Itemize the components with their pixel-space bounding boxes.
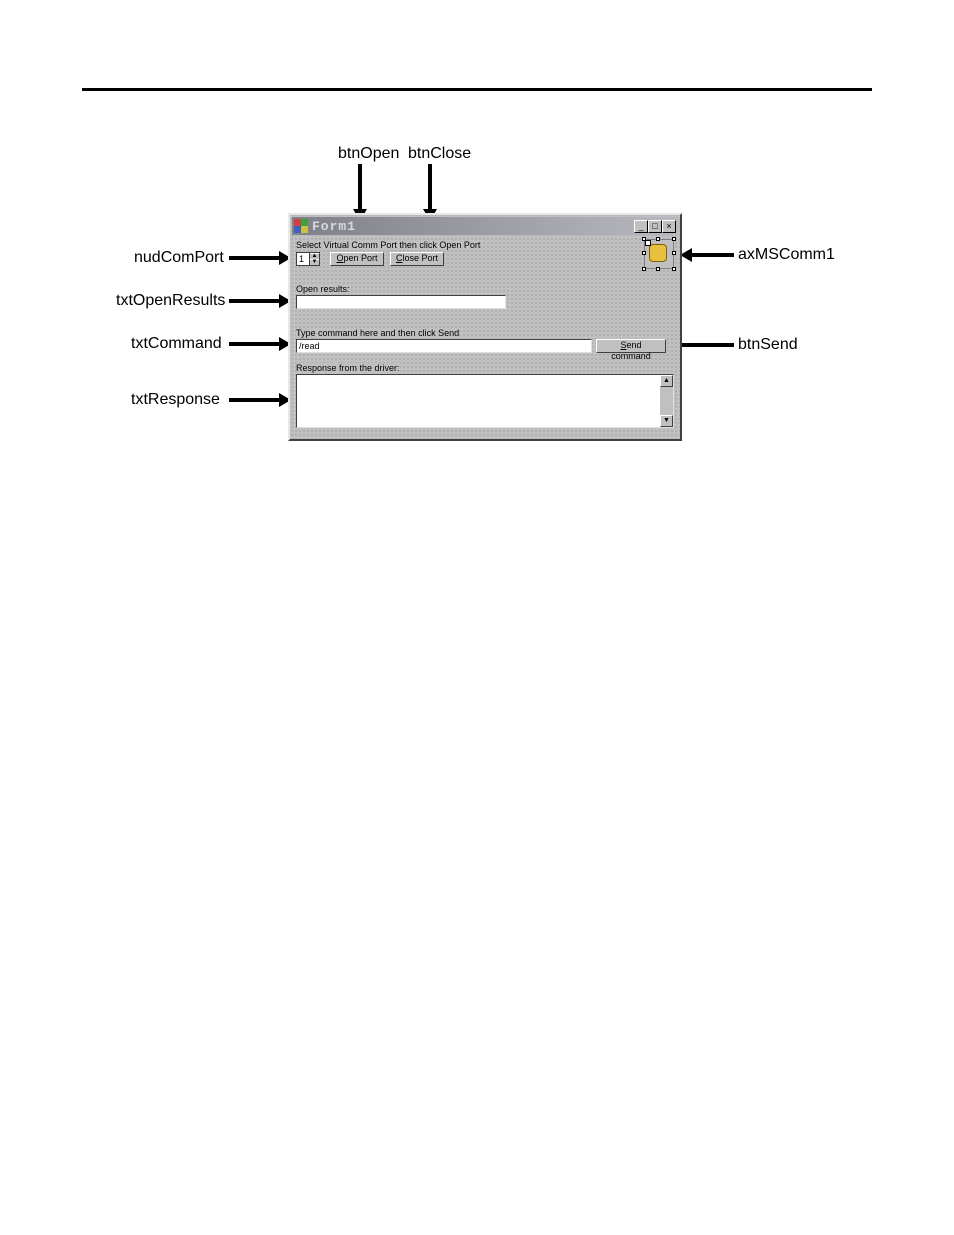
txt-response[interactable]: ▲ ▼: [296, 374, 674, 428]
titlebar[interactable]: Form1 _ □ ×: [292, 217, 678, 235]
send-command-button[interactable]: Send command: [596, 339, 666, 353]
minimize-button[interactable]: _: [634, 220, 648, 233]
app-icon: [294, 219, 308, 233]
nud-comport-spinner[interactable]: ▲▼: [310, 252, 320, 266]
nud-comport-value[interactable]: 1: [296, 252, 310, 266]
close-port-label: lose Port: [402, 253, 438, 263]
callout-txtcommand: txtCommand: [131, 335, 222, 353]
callout-btnclose: btnClose: [408, 145, 471, 163]
maximize-button[interactable]: □: [648, 220, 662, 233]
callout-txtopenresults: txtOpenResults: [116, 292, 225, 310]
open-port-label: pen Port: [343, 253, 377, 263]
nud-comport[interactable]: 1 ▲▼: [296, 252, 320, 266]
callout-btnopen: btnOpen: [338, 145, 399, 163]
label-select-port: Select Virtual Comm Port then click Open…: [296, 240, 480, 250]
scroll-up-button[interactable]: ▲: [660, 375, 673, 387]
callout-btnsend: btnSend: [738, 336, 798, 354]
phone-icon: [649, 244, 667, 262]
arrow-txtopenresults: [229, 299, 283, 303]
txt-command[interactable]: /read: [296, 339, 592, 353]
arrow-nudcomport: [229, 256, 283, 260]
label-response: Response from the driver:: [296, 363, 400, 373]
scroll-down-button[interactable]: ▼: [660, 415, 673, 427]
arrow-axmscomm1: [688, 253, 734, 257]
callout-nudcomport: nudComPort: [134, 249, 224, 267]
open-port-button[interactable]: Open Port: [330, 252, 384, 266]
close-button[interactable]: ×: [662, 220, 676, 233]
txt-open-results[interactable]: [296, 295, 506, 309]
arrow-btnopen: [358, 164, 362, 213]
label-open-results: Open results:: [296, 284, 350, 294]
close-port-button[interactable]: Close Port: [390, 252, 444, 266]
arrow-btnclose: [428, 164, 432, 213]
form-window: Form1 _ □ × Select Virtual Comm Port the…: [288, 213, 682, 441]
label-type-command: Type command here and then click Send: [296, 328, 459, 338]
callout-axmscomm1: axMSComm1: [738, 246, 835, 264]
arrow-txtcommand: [229, 342, 283, 346]
arrow-txtresponse: [229, 398, 283, 402]
callout-txtresponse: txtResponse: [131, 391, 220, 409]
axmscomm1-control[interactable]: [644, 239, 674, 269]
response-scrollbar[interactable]: ▲ ▼: [660, 375, 673, 427]
window-title: Form1: [312, 219, 356, 234]
page-rule: [82, 88, 872, 91]
send-command-label: end command: [611, 340, 651, 361]
